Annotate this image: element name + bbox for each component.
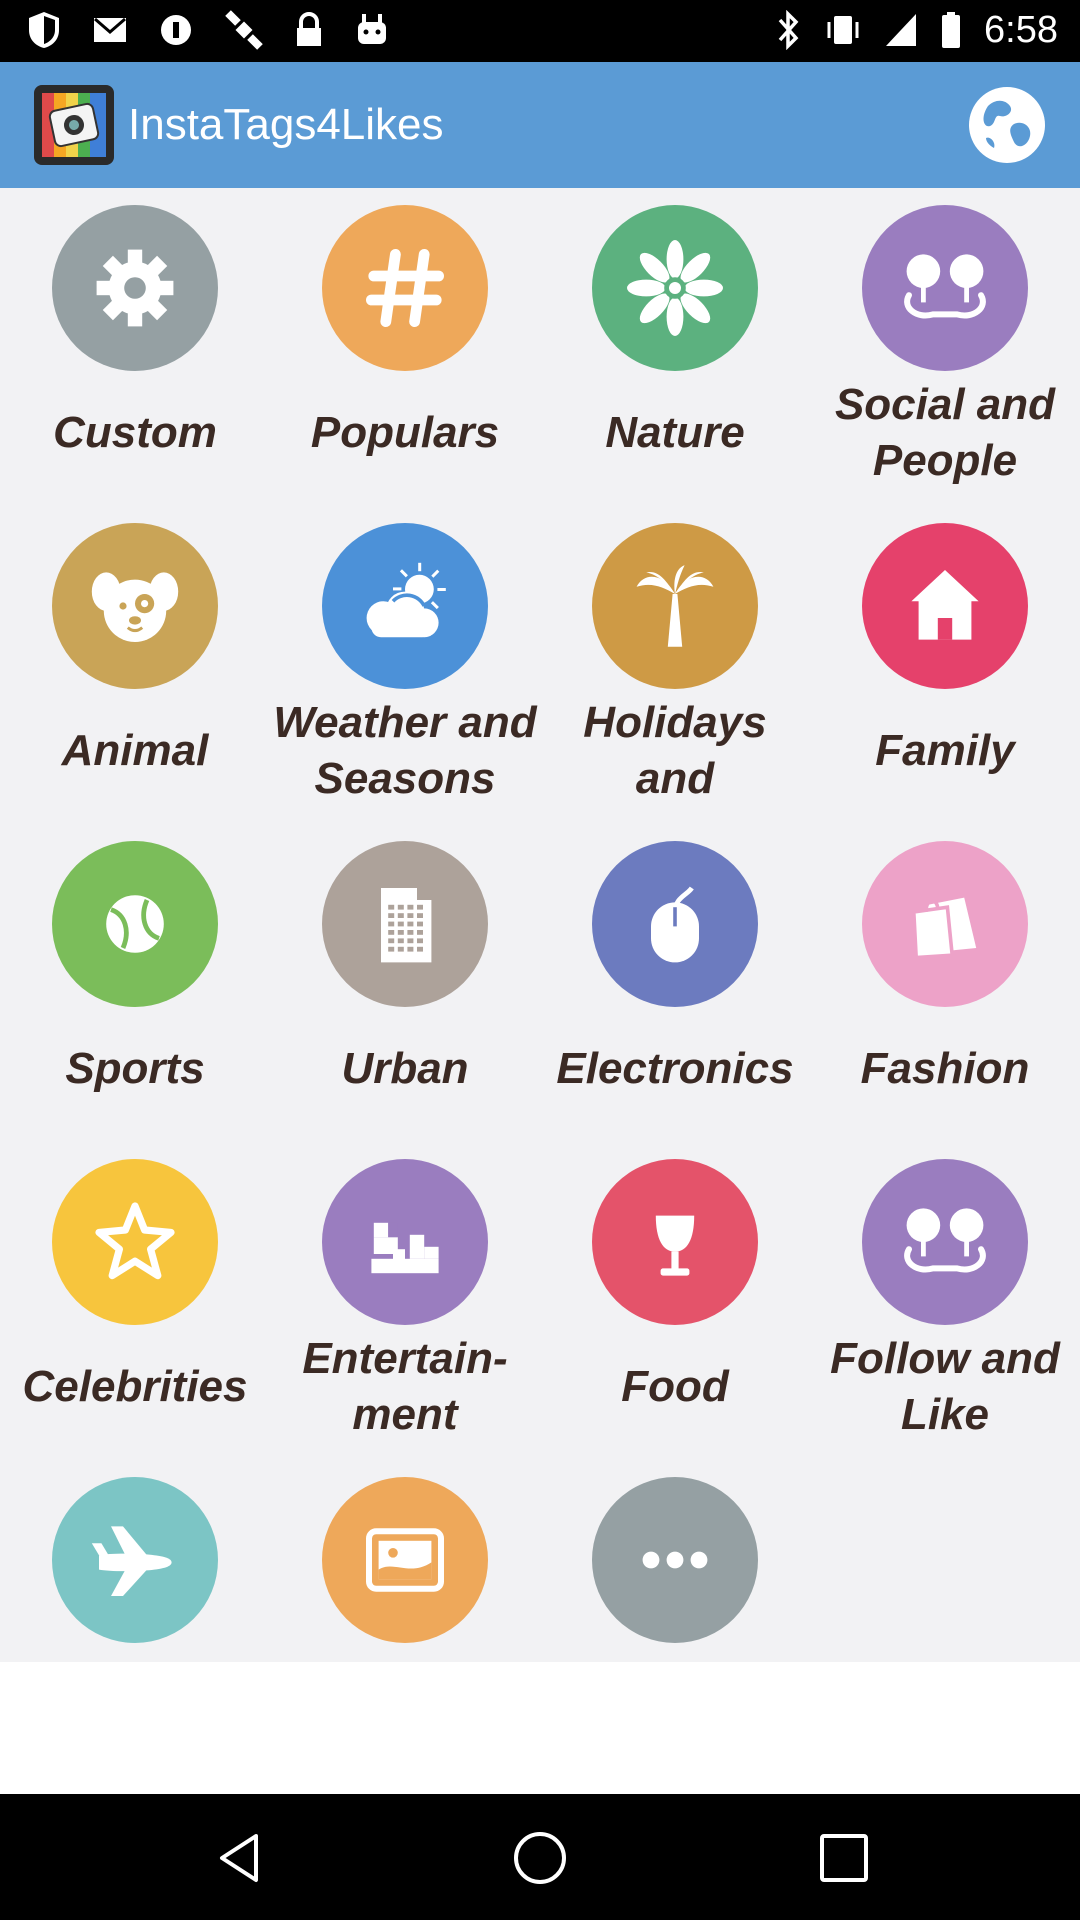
category-icon-circle[interactable] xyxy=(322,523,488,689)
mouse-icon xyxy=(651,886,699,963)
category-tile[interactable]: Electronics xyxy=(540,824,810,1142)
category-tile[interactable]: Food xyxy=(540,1142,810,1460)
category-tile[interactable]: Holidays and xyxy=(540,506,810,824)
category-tile[interactable]: Populars xyxy=(270,188,540,506)
category-tile[interactable]: Animal xyxy=(0,506,270,824)
shield-icon xyxy=(29,12,59,48)
category-label: Social and People xyxy=(834,380,1056,485)
battery-icon xyxy=(942,12,961,48)
ball-icon xyxy=(106,895,164,953)
category-label: Celebrities xyxy=(22,1362,248,1411)
category-icon-circle[interactable] xyxy=(322,1477,488,1643)
bluetooth-icon xyxy=(778,10,799,50)
category-tile[interactable]: Custom xyxy=(0,188,270,506)
category-icon-circle[interactable] xyxy=(322,1159,488,1325)
category-icon-circle[interactable] xyxy=(592,841,758,1007)
category-icon-circle[interactable] xyxy=(52,205,218,371)
category-tile[interactable]: Celebrities xyxy=(0,1142,270,1460)
category-icon-circle[interactable] xyxy=(862,841,1028,1007)
category-label: Family xyxy=(875,726,1015,775)
category-icon-circle[interactable] xyxy=(592,1159,758,1325)
category-tile[interactable]: Follow and Like xyxy=(810,1142,1080,1460)
vibrate-icon xyxy=(827,16,859,44)
category-tile[interactable] xyxy=(270,1460,540,1778)
app-title: InstaTags4Likes xyxy=(128,100,444,149)
flower-icon xyxy=(627,240,723,336)
category-label: Electronics xyxy=(556,1044,794,1093)
category-label: Fashion xyxy=(860,1044,1030,1093)
category-tile[interactable] xyxy=(540,1460,810,1778)
category-icon-circle[interactable] xyxy=(322,841,488,1007)
navigation-bar xyxy=(0,1794,1080,1920)
category-label: Follow and Like xyxy=(830,1334,1060,1439)
category-label: Entertain- ment xyxy=(302,1334,508,1439)
category-icon-circle[interactable] xyxy=(52,523,218,689)
app-logo-icon xyxy=(34,85,114,165)
people-icon xyxy=(904,254,986,319)
gear-icon xyxy=(96,249,174,327)
category-grid: Custom Populars Nature Social and People Ani… xyxy=(0,188,1080,1662)
category-icon-circle[interactable] xyxy=(862,523,1028,689)
category-icon-circle[interactable] xyxy=(592,205,758,371)
category-tile[interactable]: Entertain- ment xyxy=(270,1142,540,1460)
category-label: Holidays and xyxy=(583,698,767,803)
info-icon xyxy=(161,15,191,45)
status-time: 6:58 xyxy=(984,9,1058,51)
satellite-icon xyxy=(225,10,263,50)
category-icon-circle[interactable] xyxy=(52,1159,218,1325)
category-tile[interactable] xyxy=(0,1460,270,1778)
category-tile[interactable]: Fashion xyxy=(810,824,1080,1142)
weather-icon xyxy=(366,562,446,638)
home-icon[interactable] xyxy=(510,1828,570,1888)
blocks-icon xyxy=(371,1222,439,1274)
category-label: Weather and Seasons xyxy=(273,698,537,803)
signal-icon xyxy=(886,14,917,46)
category-tile[interactable]: Social and People xyxy=(810,188,1080,506)
category-tile[interactable]: Urban xyxy=(270,824,540,1142)
goblet-icon xyxy=(655,1215,695,1276)
more-icon xyxy=(642,1551,708,1569)
category-icon-circle[interactable] xyxy=(592,523,758,689)
picture-icon xyxy=(366,1528,444,1592)
category-tile[interactable]: Nature xyxy=(540,188,810,506)
category-label: Urban xyxy=(341,1044,469,1093)
category-icon-circle[interactable] xyxy=(322,205,488,371)
globe-icon[interactable] xyxy=(966,84,1048,166)
android-icon xyxy=(358,14,386,44)
airplane-icon xyxy=(91,1526,172,1596)
star-icon xyxy=(95,1202,175,1280)
category-icon-circle[interactable] xyxy=(52,1477,218,1643)
building-icon xyxy=(381,888,432,963)
category-label: Populars xyxy=(310,408,500,457)
category-label: Animal xyxy=(61,726,209,775)
category-icon-circle[interactable] xyxy=(862,205,1028,371)
category-icon-circle[interactable] xyxy=(862,1159,1028,1325)
house-icon xyxy=(911,570,979,640)
category-label: Nature xyxy=(605,408,745,457)
lock-icon xyxy=(297,12,321,46)
category-icon-circle[interactable] xyxy=(52,841,218,1007)
shopping-bag-icon xyxy=(911,897,977,960)
category-tile[interactable]: Family xyxy=(810,506,1080,824)
app-bar: InstaTags4Likes xyxy=(0,62,1080,188)
mail-icon xyxy=(94,17,126,42)
status-bar: 6:58 xyxy=(0,0,1080,62)
category-tile[interactable]: Weather and Seasons xyxy=(270,506,540,824)
category-label: Custom xyxy=(53,408,217,457)
category-tile[interactable]: Sports xyxy=(0,824,270,1142)
dog-icon xyxy=(91,572,179,642)
palm-tree-icon xyxy=(636,565,714,647)
hashtag-icon xyxy=(366,249,444,327)
back-icon[interactable] xyxy=(210,1828,270,1888)
category-label: Sports xyxy=(65,1044,205,1093)
people-icon xyxy=(904,1208,986,1273)
category-icon-circle[interactable] xyxy=(592,1477,758,1643)
category-label: Food xyxy=(621,1362,729,1411)
recents-icon[interactable] xyxy=(816,1828,872,1888)
